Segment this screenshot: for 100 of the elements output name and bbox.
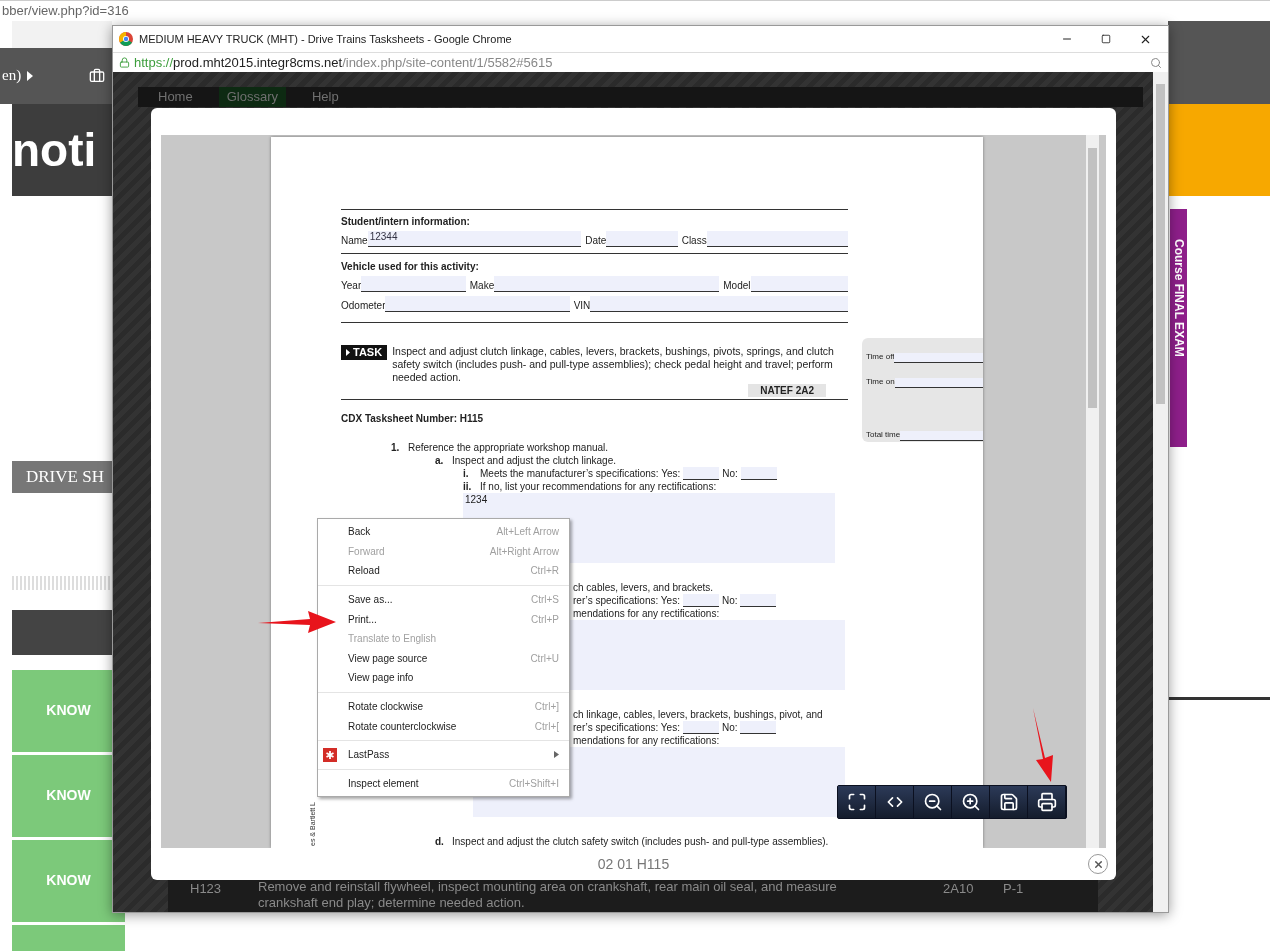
shortcut-label: Ctrl+Shift+I <box>508 776 559 791</box>
field-label: Name <box>341 234 368 247</box>
tasksheet-number: CDX Tasksheet Number: H115 <box>341 412 485 425</box>
menu-item[interactable]: View page info <box>318 668 569 688</box>
time-label: Total time <box>866 429 901 441</box>
task-tag: TASK <box>341 345 388 360</box>
zoom-out-icon <box>922 792 943 812</box>
list-marker: ii. <box>463 480 473 493</box>
input-field[interactable] <box>361 276 466 292</box>
input-field[interactable] <box>894 378 983 388</box>
shortcut-label: Ctrl+U <box>530 651 559 666</box>
toolbar-button[interactable] <box>876 786 914 818</box>
input-field[interactable] <box>606 231 678 247</box>
list-marker: a. <box>435 454 445 467</box>
list-marker: 1. <box>391 441 401 454</box>
window-title: MEDIUM HEAVY TRUCK (MHT) - Drive Trains Tasksheets - Google Chrome <box>139 31 513 47</box>
step-text: Inspect and adjust the clutch safety switch (includes push- and pull-type assemblies). <box>452 835 829 848</box>
input-field[interactable] <box>740 467 777 480</box>
input-field[interactable] <box>590 296 848 312</box>
toolbar-button[interactable] <box>952 786 990 818</box>
time-label: Time off <box>866 351 895 363</box>
step-text: mendations for any rectifications: <box>573 734 720 747</box>
input-field[interactable] <box>682 594 719 607</box>
triangle-icon <box>27 70 34 81</box>
nav-link[interactable]: Home <box>150 87 201 107</box>
step-text: Reference the appropriate workshop manual. <box>408 441 609 454</box>
field-label: Date <box>585 234 607 247</box>
nav-link[interactable]: en) <box>2 64 22 87</box>
menu-item[interactable]: Reload Ctrl+R <box>318 561 569 581</box>
menu-item[interactable]: View page source Ctrl+U <box>318 648 569 669</box>
shortcut-label: Ctrl+] <box>534 700 559 715</box>
shortcut-label: Ctrl+R <box>530 564 559 579</box>
table-cell-text: Remove and reinstall flywheel, inspect mounting area on crankshaft, rear main oil seal, and measure crankshaft end play; determine needed action. <box>258 879 838 911</box>
step-text: mendations for any rectifications: <box>573 607 720 620</box>
menu-item[interactable]: LastPass <box>318 744 569 765</box>
section-heading: Vehicle used for this activity: <box>341 260 480 273</box>
fit-page-icon <box>846 792 867 812</box>
nav-link[interactable]: Help <box>304 87 347 107</box>
save-icon <box>998 792 1019 812</box>
time-label: Time on <box>866 376 895 388</box>
table-cell-text: H123 <box>189 880 223 898</box>
zoom-icon <box>1150 56 1162 69</box>
scrollbar[interactable] <box>1153 72 1168 912</box>
step-text: rer’s specifications: Yes: <box>573 594 680 607</box>
input-field[interactable] <box>494 276 720 292</box>
shortcut-label: Alt+Right Arrow <box>489 544 559 559</box>
zoom-in-icon <box>960 792 981 812</box>
close-icon <box>1092 858 1104 870</box>
list-marker: i. <box>463 467 470 480</box>
triangle-icon <box>346 349 350 356</box>
input-field[interactable] <box>740 594 777 607</box>
shortcut-label: Alt+Left Arrow <box>496 525 559 540</box>
toolbar-button[interactable] <box>914 786 952 818</box>
input-field[interactable] <box>750 276 848 292</box>
section-heading: Student/intern information: <box>341 215 471 228</box>
lock-icon <box>119 57 130 68</box>
no-label: No: <box>721 721 738 734</box>
menu-item[interactable]: Inspect element Ctrl+Shift+I <box>318 773 569 794</box>
no-label: No: <box>722 467 738 480</box>
address-text: bber/view.php?id=316 <box>2 2 129 20</box>
side-banner[interactable]: Course FINAL EXAM <box>1170 208 1187 447</box>
input-field[interactable] <box>683 467 720 480</box>
submenu-caret-icon <box>554 751 559 759</box>
shortcut-label: Ctrl+P <box>530 612 559 627</box>
menu-item[interactable]: Rotate clockwise Ctrl+] <box>318 696 569 717</box>
print-icon <box>1036 792 1057 812</box>
field-label: VIN <box>573 299 591 312</box>
toolbar-button[interactable] <box>1028 786 1066 818</box>
browser-logo-icon <box>119 32 133 46</box>
input-field[interactable] <box>894 353 983 363</box>
toolbar-button[interactable] <box>990 786 1028 818</box>
table-cell-text: P-1 <box>1003 880 1025 898</box>
step-text: ch linkage, cables, levers, brackets, bushings, pivot, and <box>573 708 823 721</box>
input-field[interactable]: 12344 <box>367 231 582 247</box>
logo-text: noti <box>12 126 97 173</box>
no-label: No: <box>721 594 738 607</box>
input-field[interactable] <box>682 721 719 734</box>
input-field[interactable] <box>385 296 570 312</box>
step-text: Meets the manufacturer’s specifications: Yes: <box>480 467 681 480</box>
section-tab[interactable]: DRIVE SH <box>12 460 112 493</box>
field-label: Year <box>341 279 362 292</box>
shortcut-label: Ctrl+[ <box>534 719 559 734</box>
natef-code: NATEF 2A2 <box>748 384 826 397</box>
input-field[interactable] <box>740 721 777 734</box>
input-field[interactable] <box>900 431 983 441</box>
field-label: Odometer <box>341 299 386 312</box>
menu-item[interactable]: Save as... Ctrl+S <box>318 589 569 610</box>
menu-item[interactable]: Rotate counterclockwise Ctrl+[ <box>318 716 569 736</box>
asterisk-logo-icon <box>323 747 337 762</box>
url-text: https://prod.mht2015.integr8cms.net/index.php/site-content/1/5582#5615 <box>134 53 554 72</box>
input-field[interactable] <box>706 231 848 247</box>
toolbar-button[interactable] <box>838 786 876 818</box>
shortcut-label: Ctrl+S <box>530 593 559 608</box>
scrollbar[interactable] <box>1086 135 1099 848</box>
page-label: 02 01 H115 <box>597 854 670 874</box>
field-label: Class <box>681 234 707 247</box>
field-label: Model <box>723 279 751 292</box>
step-text: Inspect and adjust the clutch linkage. <box>452 454 616 467</box>
maximize-icon[interactable] <box>1101 34 1111 44</box>
table-cell-text: 2A10 <box>943 880 975 898</box>
